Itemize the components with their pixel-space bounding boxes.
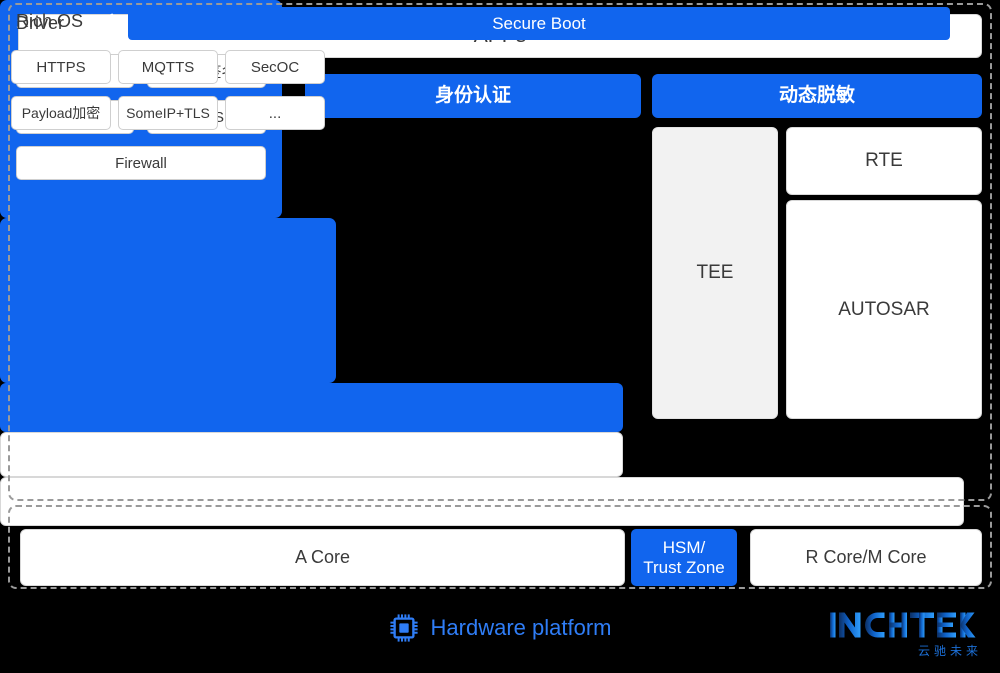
dynamic-masking-header[interactable]: 动态脱敏 [652,74,982,118]
brand-logo-subtitle: 云驰未来 [917,644,982,658]
architecture-diagram: APPs 安全防护 应用加固 应用签名 日志系统 IDPS Firewall 身… [0,0,1000,673]
brand-logo-wordmark [830,612,976,638]
security-services-row[interactable]: Security Services 密钥 证书 加解密 安全存储 ··· [0,9,635,432]
secure-comm-item-mqtts[interactable]: MQTTS [118,50,218,84]
hardware-platform-label: Hardware platform [430,615,612,640]
core-hsm-trust-zone[interactable]: HSM/ Trust Zone [631,529,737,586]
secure-communication-group[interactable]: 安全通信 HTTPS MQTTS SecOC Payload加密 SomeIP+… [0,14,336,383]
tee-block[interactable]: TEE [652,127,778,419]
autosar-block[interactable]: AUTOSAR [786,200,982,419]
identity-auth-header[interactable]: 身份认证 [305,74,641,118]
driver-row[interactable]: Driver Secure Boot [0,7,964,526]
secure-comm-item-https[interactable]: HTTPS [11,50,111,84]
rte-block[interactable]: RTE [786,127,982,195]
core-a-core[interactable]: A Core [20,529,625,586]
secure-comm-item-more[interactable]: ... [225,96,325,130]
footer: Hardware platform 云驰未来 [0,592,1000,673]
secure-comm-item-secoc[interactable]: SecOC [225,50,325,84]
core-r-core-m-core[interactable]: R Core/M Core [750,529,982,586]
driver-label: Driver [16,13,64,33]
core-hsm-trust-zone-label: HSM/ Trust Zone [643,537,725,577]
secure-comm-item-payload-encryption[interactable]: Payload加密 [11,96,111,130]
brand-logo: 云驰未来 [829,608,984,660]
security-protection-item-firewall[interactable]: Firewall [16,146,266,180]
secure-boot-block[interactable]: Secure Boot [128,7,950,40]
rich-os-row[interactable]: Rich OS Protocol Stack [0,7,623,477]
chip-icon [389,614,418,642]
secure-comm-item-someip-tls[interactable]: SomeIP+TLS [118,96,218,130]
